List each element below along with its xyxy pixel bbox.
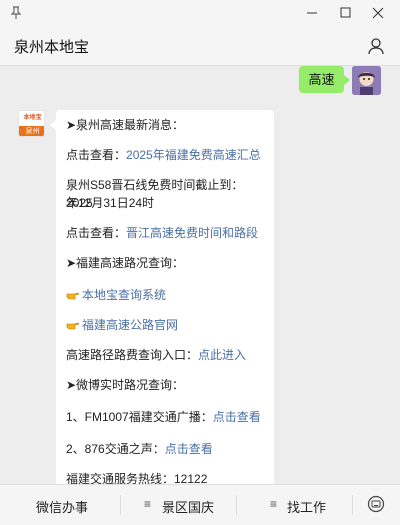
reply-prefix: 2、876交通之声： [66,442,165,456]
reply-prefix: 点击查看： [66,148,127,162]
chat-header: 泉州本地宝 [0,28,400,66]
bottom-menu-bar: 微信办事 ≡ 景区国庆 ≡ 找工作 [0,484,400,525]
reply-line: 1、FM1007福建交通广播：点击查看 [66,408,266,426]
pin-icon[interactable] [8,5,24,21]
bot-avatar-city: 泉州 [19,126,44,136]
reply-line-b: 年12月31日24时 [66,196,155,210]
user-avatar[interactable] [352,66,381,95]
reply-prefix: 1、FM1007福建交通广播： [66,410,213,424]
reply-heading-news: ➤泉州高速最新消息： [66,118,185,132]
link-fm1007[interactable]: 点击查看 [213,410,261,424]
keyboard-icon[interactable] [367,495,385,513]
reply-line: 本地宝查询系统 [66,286,266,304]
pointing-hand-icon [66,322,80,330]
menu-item-wechat-services[interactable]: 微信办事 [36,497,88,516]
reply-prefix: 高速路径路费查询入口： [66,348,199,362]
link-jinjiang-free-sections[interactable]: 晋江高速免费时间和路段 [126,226,258,240]
reply-line: 高速路径路费查询入口：点此进入 [66,346,266,364]
menu-list-icon: ≡ [270,497,278,511]
link-876-traffic[interactable]: 点击查看 [165,442,213,456]
chat-title: 泉州本地宝 [14,39,90,56]
bot-avatar[interactable]: 本地宝 泉州 [18,110,45,137]
link-fujian-highway-official[interactable]: 福建高速公路官网 [82,318,178,332]
window-titlebar [0,0,400,28]
menu-divider [352,495,353,515]
menu-list-icon: ≡ [144,497,152,511]
reply-line: 点击查看：2025年福建免费高速汇总 [66,146,266,164]
menu-item-find-job[interactable]: 找工作 [287,497,326,516]
link-free-highway-summary[interactable]: 2025年福建免费高速汇总 [126,148,261,162]
reply-heading-road-status: ➤福建高速路况查询： [66,256,185,270]
link-local-query-system[interactable]: 本地宝查询系统 [82,288,166,302]
menu-divider [236,495,237,515]
chat-scrollbar[interactable] [392,450,398,484]
user-message-bubble[interactable]: 高速 [299,66,350,93]
minimize-icon[interactable] [302,4,322,22]
chat-area: 高速 本地宝 泉州 ➤泉州高速最新消息： 点击查看：2025年福建免费高速汇总 … [0,66,400,484]
reply-line: 点击查看：晋江高速免费时间和路段 [66,224,266,242]
bot-avatar-logo-text: 本地宝 [19,111,44,126]
user-icon[interactable] [366,36,386,56]
close-icon[interactable] [368,4,388,22]
bot-reply-bubble: ➤泉州高速最新消息： 点击查看：2025年福建免费高速汇总 泉州S58晋石线免费… [50,110,274,484]
reply-line-hotline: 福建交通服务热线：12122 [66,472,208,484]
reply-prefix: 点击查看： [66,226,127,240]
menu-item-scenic-spots[interactable]: 景区国庆 [162,497,214,516]
reply-heading-weibo: ➤微博实时路况查询： [66,378,185,392]
pointing-hand-icon [66,292,80,300]
link-toll-query-entry[interactable]: 点此进入 [198,348,246,362]
maximize-icon[interactable] [335,4,355,22]
menu-divider [120,495,121,515]
reply-line: 福建高速公路官网 [66,316,266,334]
reply-line: 2、876交通之声：点击查看 [66,440,266,458]
